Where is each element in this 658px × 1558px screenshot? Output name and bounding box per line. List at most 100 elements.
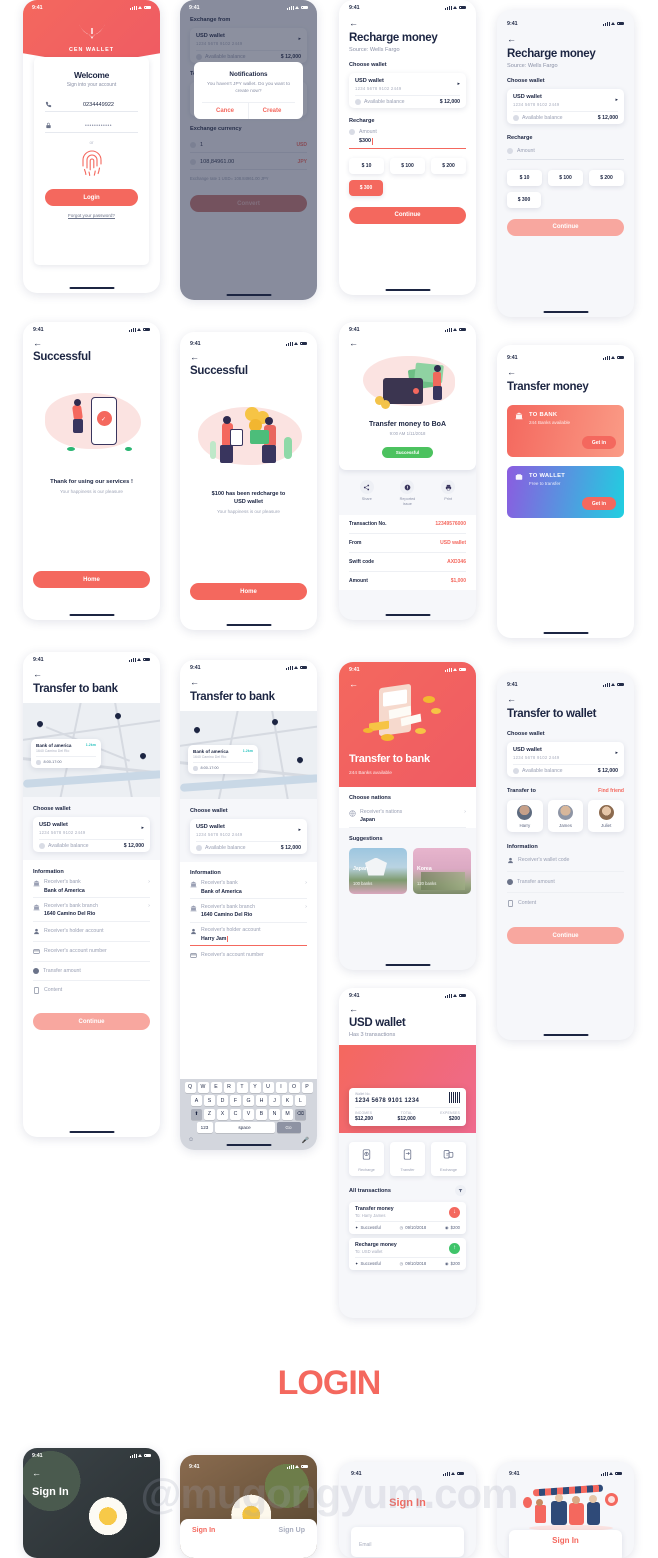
amount-chip-200[interactable]: $ 200 (431, 157, 466, 174)
wallet-selector[interactable]: USD wallet 1234 5678 9102 2449 ▸ Availab… (349, 73, 466, 108)
phone-field-row[interactable]: 0234449922 (45, 101, 138, 112)
wallet-selector[interactable]: USD wallet 1234 5678 9102 2449 ▸ Availab… (507, 742, 624, 777)
key-e[interactable]: E (210, 1081, 222, 1093)
report-action[interactable]: Reported issue (395, 480, 419, 507)
continue-button[interactable]: Continue (349, 206, 466, 224)
modal-create-button[interactable]: Create (248, 103, 295, 120)
transaction-row[interactable]: Recharge money To: USD wallet ↑ ✦ Succes… (349, 1238, 466, 1270)
continue-button[interactable]: Continue (507, 218, 624, 236)
field-receivers-wallet-code[interactable]: Receiver's wallet code (507, 850, 624, 872)
key-l[interactable]: L (295, 1095, 306, 1107)
numbers-key[interactable]: 123 (196, 1122, 213, 1134)
microphone-icon[interactable]: 🎤 (302, 1137, 309, 1144)
continue-button[interactable]: Continue (33, 1013, 150, 1030)
transaction-row[interactable]: Transfer money To: Harry James ↓ ✦ Succe… (349, 1202, 466, 1234)
amount-chip-100[interactable]: $ 100 (390, 157, 425, 174)
login-button[interactable]: Login (45, 189, 138, 206)
home-button[interactable]: Home (190, 583, 307, 600)
map-pin[interactable] (37, 721, 43, 729)
qr-code-icon[interactable] (449, 1092, 460, 1103)
suggestion-card-japan[interactable]: Japan 100 banks (349, 847, 407, 894)
back-button[interactable]: ← (349, 19, 466, 28)
password-input[interactable]: •••••••••••• (59, 123, 138, 129)
print-action[interactable]: Print (441, 480, 456, 507)
home-button[interactable]: Home (33, 571, 150, 588)
map-pin[interactable] (140, 753, 146, 761)
back-button[interactable]: ← (507, 695, 624, 704)
key-d[interactable]: D (217, 1095, 228, 1107)
back-button[interactable]: ← (349, 339, 466, 348)
field-receivers-bank-branch[interactable]: Receiver's bank branch 1640 Camino Del R… (33, 898, 150, 922)
back-button[interactable]: ← (507, 35, 624, 44)
action-recharge[interactable]: Recharge (349, 1142, 384, 1176)
wallet-selector[interactable]: USD wallet 1234 5678 9102 2449 ▸ Availab… (33, 817, 150, 852)
key-x[interactable]: X (217, 1108, 228, 1120)
key-j[interactable]: J (269, 1095, 280, 1107)
field-receivers-holder-account[interactable]: Receiver's holder account (33, 922, 150, 942)
map-pin[interactable] (297, 757, 303, 765)
backspace-key[interactable]: ⌫ (295, 1108, 306, 1120)
back-button[interactable]: ← (190, 678, 307, 687)
tab-signup[interactable]: Sign Up (279, 1527, 305, 1534)
amount-chip-200[interactable]: $ 200 (589, 169, 624, 186)
wallet-selector[interactable]: USD wallet 1234 5678 9102 2449 ▸ Availab… (190, 819, 307, 854)
field-receivers-bank[interactable]: Receiver's bank Bank of America › (33, 875, 150, 898)
key-g[interactable]: G (243, 1095, 254, 1107)
wallet-card[interactable]: Wallet No. 1234 5678 9101 1234 INCOMES $… (349, 1088, 466, 1126)
fingerprint-icon[interactable] (79, 147, 105, 177)
key-o[interactable]: O (288, 1081, 300, 1093)
key-f[interactable]: F (230, 1095, 241, 1107)
action-exchange[interactable]: Exchange (431, 1142, 466, 1176)
friend-juliet[interactable]: Juliet (588, 799, 625, 832)
back-button[interactable]: ← (190, 353, 307, 362)
modal-cancel-button[interactable]: Cance (202, 103, 248, 119)
action-transfer[interactable]: Transfer (390, 1142, 425, 1176)
key-q[interactable]: Q (184, 1081, 196, 1093)
field-transfer-amount[interactable]: Transfer amount (507, 872, 624, 893)
amount-chip-10[interactable]: $ 10 (349, 157, 384, 174)
key-i[interactable]: I (275, 1081, 287, 1093)
modal-overlay[interactable] (180, 0, 317, 300)
transfer-to-bank-card[interactable]: TO BANK 244 Banks available Get in (507, 405, 624, 457)
back-button[interactable]: ← (32, 1469, 160, 1478)
map-pin[interactable] (115, 713, 121, 721)
field-receivers-holder-account[interactable]: Receiver's holder account Harry Jam (190, 923, 307, 946)
find-friend-link[interactable]: Find friend (598, 788, 624, 794)
field-content[interactable]: Content (33, 981, 150, 1000)
friend-harry[interactable]: Harry (507, 799, 543, 832)
field-receivers-nations[interactable]: Receiver's nations Japan › (349, 804, 466, 828)
get-in-button[interactable]: Get in (581, 497, 616, 510)
bank-map[interactable]: Bank of america 1640 Camino Del Rio 1.2k… (180, 711, 317, 799)
email-field[interactable]: Email (351, 1527, 464, 1557)
key-c[interactable]: C (230, 1108, 241, 1120)
key-b[interactable]: B (256, 1108, 267, 1120)
field-receivers-account-number[interactable]: Receiver's account number (33, 942, 150, 962)
amount-field[interactable]: Amount (507, 147, 624, 160)
bank-map[interactable]: Bank of america 1640 Camino Del Rio 1.2k… (23, 703, 160, 797)
share-action[interactable]: Share (359, 480, 374, 507)
key-p[interactable]: P (301, 1081, 313, 1093)
field-receivers-bank-branch[interactable]: Receiver's bank branch 1640 Camino Del R… (190, 899, 307, 923)
phone-input[interactable]: 0234449922 (59, 102, 138, 108)
continue-button[interactable]: Continue (507, 927, 624, 944)
back-button[interactable]: ← (33, 339, 150, 348)
amount-chip-10[interactable]: $ 10 (507, 169, 542, 186)
virtual-keyboard[interactable]: Q W E R T Y U I O P A S D F G H J K L ⬆ … (180, 1078, 317, 1150)
amount-chip-100[interactable]: $ 100 (548, 169, 583, 186)
space-key[interactable]: space (214, 1122, 275, 1134)
key-m[interactable]: M (282, 1108, 293, 1120)
suggestion-card-korea[interactable]: Korea 120 banks (413, 847, 471, 894)
key-h[interactable]: H (256, 1095, 267, 1107)
back-button[interactable]: ← (349, 1005, 466, 1014)
amount-chip-300[interactable]: $ 300 (507, 191, 541, 208)
back-button[interactable]: ← (33, 670, 150, 679)
get-in-button[interactable]: Get in (581, 436, 616, 449)
wallet-selector[interactable]: USD wallet 1234 5678 9102 2449 ▸ Availab… (507, 89, 624, 124)
filter-button[interactable] (455, 1185, 466, 1196)
key-k[interactable]: K (282, 1095, 293, 1107)
field-transfer-amount[interactable]: Transfer amount (33, 962, 150, 981)
back-button[interactable]: ← (507, 368, 624, 377)
amount-field[interactable]: Amount $300 (349, 128, 466, 149)
transfer-to-wallet-card[interactable]: TO WALLET Free to transfer Get in (507, 466, 624, 518)
key-a[interactable]: A (191, 1095, 202, 1107)
